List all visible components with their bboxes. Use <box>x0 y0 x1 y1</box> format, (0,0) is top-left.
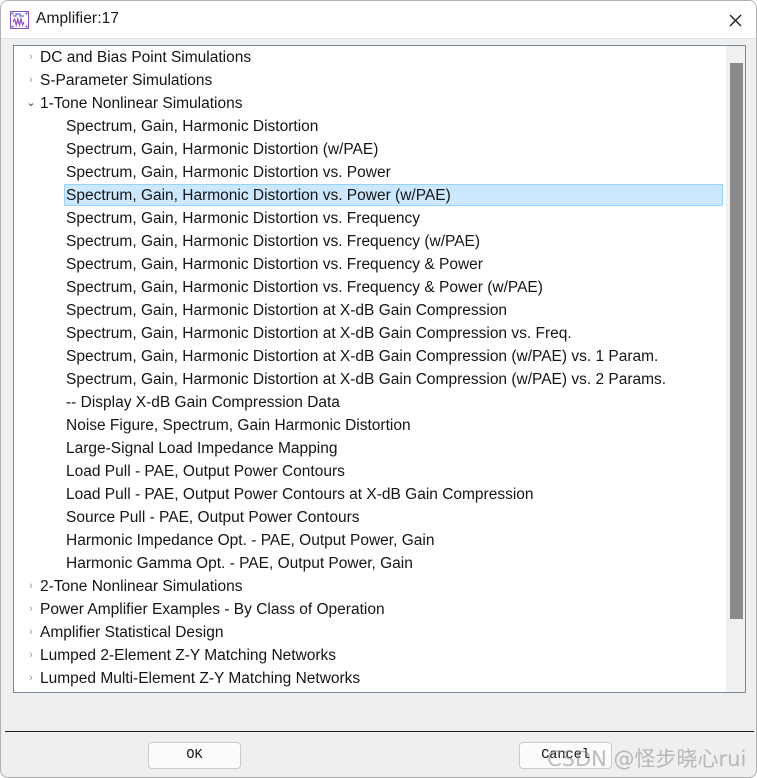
tree-row-label: Harmonic Gamma Opt. - PAE, Output Power,… <box>66 555 413 572</box>
tree-row-label: Spectrum, Gain, Harmonic Distortion vs. … <box>66 279 543 296</box>
tree-row[interactable]: Spectrum, Gain, Harmonic Distortion vs. … <box>14 230 726 253</box>
tree-row-label: Lumped 2-Element Z-Y Matching Networks <box>40 647 337 664</box>
tree-row[interactable]: Spectrum, Gain, Harmonic Distortion at X… <box>14 299 726 322</box>
tree-row[interactable]: › Amplifier Statistical Design <box>14 621 726 644</box>
tree-row-label: Spectrum, Gain, Harmonic Distortion <box>66 118 319 135</box>
tree-row[interactable]: Source Pull - PAE, Output Power Contours <box>14 506 726 529</box>
tree-row-label: 2-Tone Nonlinear Simulations <box>40 578 243 595</box>
tree-row-label: Spectrum, Gain, Harmonic Distortion vs. … <box>66 233 481 250</box>
scrollbar-thumb[interactable] <box>730 63 743 619</box>
title-bar: Amplifier:17 <box>1 1 756 39</box>
tree-row-label: Harmonic Impedance Opt. - PAE, Output Po… <box>66 532 435 549</box>
tree-row[interactable]: Spectrum, Gain, Harmonic Distortion <box>14 115 726 138</box>
tree-row-label: Spectrum, Gain, Harmonic Distortion vs. … <box>66 164 391 181</box>
tree-row[interactable]: Spectrum, Gain, Harmonic Distortion (w/P… <box>14 138 726 161</box>
tree-row[interactable]: Spectrum, Gain, Harmonic Distortion vs. … <box>14 161 726 184</box>
vertical-scrollbar[interactable] <box>726 46 745 692</box>
tree-row-label: Amplifier Statistical Design <box>40 624 224 641</box>
tree-row[interactable]: Noise Figure, Spectrum, Gain Harmonic Di… <box>14 414 726 437</box>
tree-row-label: Large-Signal Load Impedance Mapping <box>66 440 338 457</box>
tree-row-label: Spectrum, Gain, Harmonic Distortion vs. … <box>66 256 483 273</box>
tree-row-label: Spectrum, Gain, Harmonic Distortion at X… <box>66 325 572 342</box>
tree-row-label: Load Pull - PAE, Output Power Contours <box>66 463 345 480</box>
window-title: Amplifier:17 <box>36 10 120 27</box>
tree-row-label: Spectrum, Gain, Harmonic Distortion vs. … <box>66 210 421 227</box>
tree-row[interactable]: ⌄ 1-Tone Nonlinear Simulations <box>14 92 726 115</box>
chevron-right-icon[interactable]: › <box>22 575 40 598</box>
footer-separator <box>5 731 754 732</box>
tree-row[interactable]: Harmonic Impedance Opt. - PAE, Output Po… <box>14 529 726 552</box>
design-tree-panel: › DC and Bias Point Simulations › S-Paramet… <box>13 45 746 693</box>
tree-row-label: 1-Tone Nonlinear Simulations <box>40 95 243 112</box>
tree-row-label: Spectrum, Gain, Harmonic Distortion vs. … <box>66 187 451 204</box>
tree-row[interactable]: Large-Signal Load Impedance Mapping <box>14 437 726 460</box>
chevron-right-icon[interactable]: › <box>22 621 40 644</box>
tree-row[interactable]: › Lumped 2-Element Z-Y Matching Networks <box>14 644 726 667</box>
tree-row[interactable]: Spectrum, Gain, Harmonic Distortion at X… <box>14 345 726 368</box>
tree-row[interactable]: Spectrum, Gain, Harmonic Distortion vs. … <box>14 253 726 276</box>
chevron-right-icon[interactable]: › <box>22 644 40 667</box>
chevron-right-icon[interactable]: › <box>22 667 40 690</box>
select-design-dialog: Amplifier:17 › DC and Bias Point Simulati… <box>0 0 757 778</box>
tree-row-label: Load Pull - PAE, Output Power Contours a… <box>66 486 534 503</box>
tree-row-label: S-Parameter Simulations <box>40 72 213 89</box>
tree-row[interactable]: Spectrum, Gain, Harmonic Distortion vs. … <box>14 184 726 207</box>
amplifier-schematic-icon <box>10 11 29 29</box>
tree-row-label: Spectrum, Gain, Harmonic Distortion (w/P… <box>66 141 379 158</box>
tree-row[interactable]: › Power Amplifier Examples - By Class of … <box>14 598 726 621</box>
tree-row-label: Noise Figure, Spectrum, Gain Harmonic Di… <box>66 417 411 434</box>
design-tree-list[interactable]: › DC and Bias Point Simulations › S-Paramet… <box>14 46 726 692</box>
tree-row[interactable]: Load Pull - PAE, Output Power Contours <box>14 460 726 483</box>
close-icon <box>729 14 742 27</box>
tree-row-label: Lumped Multi-Element Z-Y Matching Networ… <box>40 670 361 687</box>
tree-row[interactable]: Spectrum, Gain, Harmonic Distortion vs. … <box>14 207 726 230</box>
tree-row-label: Power Amplifier Examples - By Class of O… <box>40 601 385 618</box>
tree-row-label: Spectrum, Gain, Harmonic Distortion at X… <box>66 302 508 319</box>
tree-row[interactable]: › DC and Bias Point Simulations <box>14 46 726 69</box>
tree-row-label: -- Display X-dB Gain Compression Data <box>66 394 340 411</box>
tree-row-label: DC and Bias Point Simulations <box>40 49 252 66</box>
tree-row[interactable]: Spectrum, Gain, Harmonic Distortion at X… <box>14 322 726 345</box>
tree-row[interactable]: Spectrum, Gain, Harmonic Distortion at X… <box>14 368 726 391</box>
tree-row-label: Spectrum, Gain, Harmonic Distortion at X… <box>66 371 667 388</box>
chevron-down-icon[interactable]: ⌄ <box>22 92 40 115</box>
tree-row-label: Spectrum, Gain, Harmonic Distortion at X… <box>66 348 659 365</box>
tree-row[interactable]: Load Pull - PAE, Output Power Contours a… <box>14 483 726 506</box>
ok-button[interactable]: OK <box>148 742 241 769</box>
tree-row[interactable]: › S-Parameter Simulations <box>14 69 726 92</box>
close-button[interactable] <box>712 1 756 39</box>
chevron-right-icon[interactable]: › <box>22 46 40 69</box>
tree-row[interactable]: › Lumped Multi-Element Z-Y Matching Netwo… <box>14 667 726 690</box>
tree-row[interactable]: -- Display X-dB Gain Compression Data <box>14 391 726 414</box>
tree-row[interactable]: › 2-Tone Nonlinear Simulations <box>14 575 726 598</box>
chevron-right-icon[interactable]: › <box>22 598 40 621</box>
chevron-right-icon[interactable]: › <box>22 69 40 92</box>
tree-row[interactable]: Spectrum, Gain, Harmonic Distortion vs. … <box>14 276 726 299</box>
cancel-button[interactable]: Cancel <box>519 742 612 769</box>
tree-row-label: Source Pull - PAE, Output Power Contours <box>66 509 360 526</box>
tree-row[interactable]: Harmonic Gamma Opt. - PAE, Output Power,… <box>14 552 726 575</box>
